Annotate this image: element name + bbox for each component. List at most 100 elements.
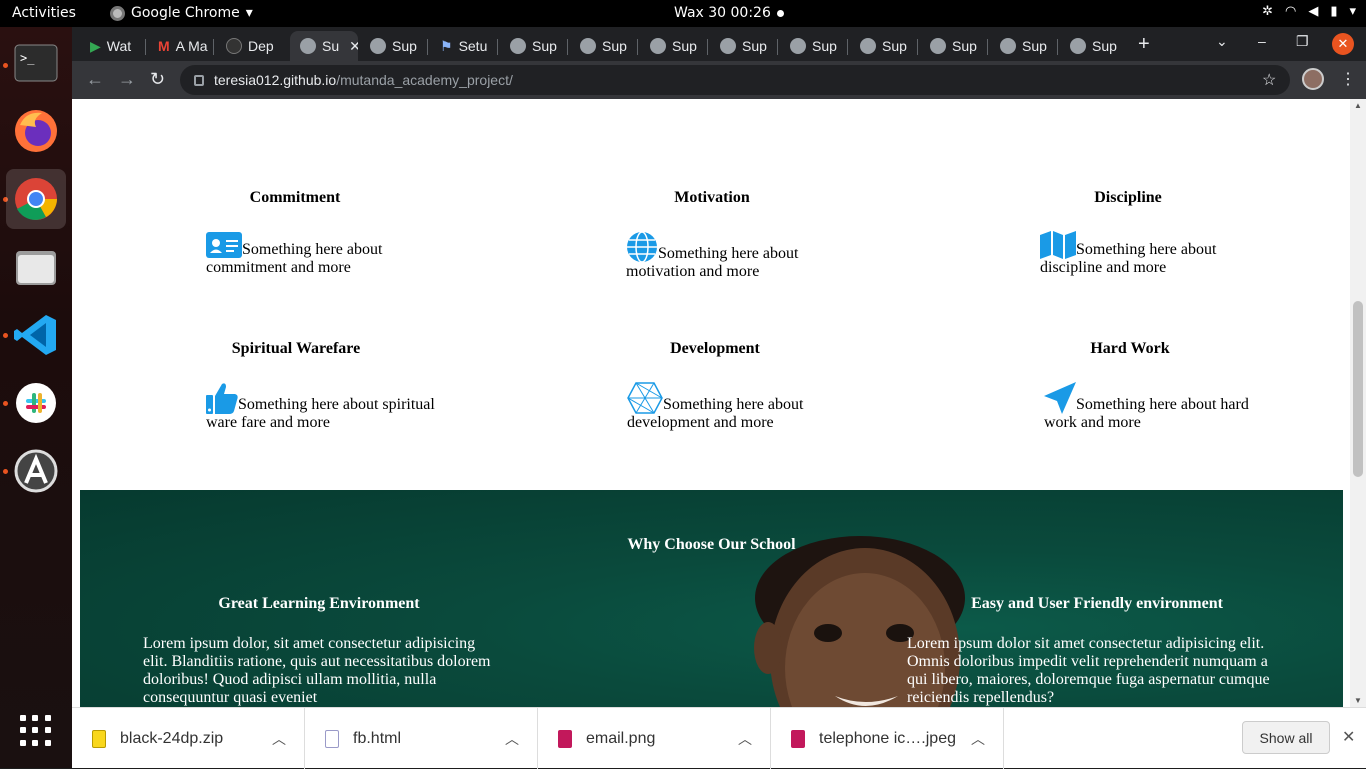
play-icon: ▶ — [90, 37, 101, 54]
clock[interactable]: Wax 30 00:26 — [674, 5, 771, 21]
chevron-up-icon[interactable]: ︿ — [738, 729, 752, 749]
battery-icon[interactable]: ▮ — [1330, 4, 1337, 19]
new-tab-button[interactable]: + — [1138, 33, 1150, 56]
activities-button[interactable]: Activities — [12, 5, 76, 21]
tab-label: Dep — [248, 38, 274, 54]
value-title: Spiritual Warefare — [231, 340, 361, 357]
hexagon-icon — [627, 382, 663, 414]
files-icon[interactable] — [6, 237, 66, 297]
terminal-icon[interactable]: >_ — [6, 33, 66, 93]
tab-strip: ▶ Wat M A Ma Dep Su ✕ Sup ⚑ Setu Sup Sup Sup… — [72, 27, 1366, 61]
chevron-up-icon[interactable]: ︿ — [505, 729, 519, 749]
value-text: Something here about spiritual ware fare… — [206, 396, 435, 431]
url-path: /mutanda_academy_project/ — [336, 72, 513, 88]
feature-title: Great Learning Environment — [218, 595, 420, 612]
scroll-down-icon[interactable]: ▼ — [1354, 696, 1362, 705]
tab[interactable]: Sup — [990, 31, 1058, 61]
globe-favicon-icon — [1070, 38, 1086, 54]
globe-favicon-icon — [510, 38, 526, 54]
map-icon — [1040, 231, 1076, 259]
system-tray[interactable]: ✲ ◠ ◀ ▮ ▾ — [1262, 4, 1356, 19]
tab[interactable]: Sup — [780, 31, 848, 61]
scrollbar-thumb[interactable] — [1353, 301, 1363, 477]
chrome-dock-icon[interactable] — [6, 169, 66, 229]
download-shelf: black-24dp.zip ︿ fb.html ︿ email.png ︿ t… — [72, 707, 1366, 769]
download-item[interactable]: black-24dp.zip ︿ — [72, 708, 305, 769]
scroll-up-icon[interactable]: ▲ — [1354, 101, 1362, 110]
wifi-icon[interactable]: ◠ — [1285, 4, 1296, 19]
id-card-icon — [206, 232, 242, 258]
restore-button[interactable]: ❐ — [1296, 33, 1309, 50]
tab[interactable]: ⚑ Setu — [430, 31, 498, 61]
reload-icon[interactable]: ↻ — [150, 69, 165, 90]
tab-search-icon[interactable]: ⌄ — [1216, 33, 1228, 50]
feature-text: Lorem ipsum dolor sit amet consectetur a… — [907, 635, 1270, 706]
bookmark-star-icon[interactable]: ☆ — [1262, 70, 1276, 90]
app-menu[interactable]: Google Chrome ▾ — [110, 5, 253, 21]
download-filename: black-24dp.zip — [120, 729, 224, 747]
software-updater-icon[interactable] — [6, 441, 66, 501]
tab[interactable]: Sup — [500, 31, 568, 61]
slack-tray-icon[interactable]: ✲ — [1262, 4, 1273, 19]
download-item[interactable]: email.png ︿ — [538, 708, 771, 769]
close-shelf-icon[interactable]: ✕ — [1342, 727, 1355, 747]
download-item[interactable]: telephone ic….jpeg ︿ — [771, 708, 1004, 769]
globe-favicon-icon — [720, 38, 736, 54]
firefox-icon[interactable] — [6, 101, 66, 161]
tab[interactable]: M A Ma — [148, 31, 214, 61]
close-tab-icon[interactable]: ✕ — [349, 38, 358, 55]
globe-favicon-icon — [370, 38, 386, 54]
tab-label: Sup — [742, 38, 767, 54]
tab[interactable]: Sup — [850, 31, 918, 61]
dock: >_ — [0, 27, 72, 768]
tab[interactable]: ▶ Wat — [80, 31, 146, 61]
back-arrow-icon[interactable]: ← — [86, 69, 104, 90]
download-filename: email.png — [586, 729, 656, 747]
tab[interactable]: Sup — [360, 31, 428, 61]
volume-icon[interactable]: ◀ — [1308, 4, 1318, 19]
profile-avatar[interactable] — [1302, 68, 1324, 90]
browser-toolbar: ← → ↻ teresia012.github.io/mutanda_acade… — [72, 61, 1366, 99]
forward-arrow-icon[interactable]: → — [118, 69, 136, 90]
tab[interactable]: Sup — [710, 31, 778, 61]
page-scrollbar[interactable]: ▲ ▼ — [1350, 99, 1366, 707]
address-bar[interactable]: teresia012.github.io/mutanda_academy_pro… — [180, 65, 1290, 95]
tab[interactable]: Sup — [640, 31, 708, 61]
tab[interactable]: Sup — [570, 31, 638, 61]
value-card-commitment: Commitment Something here about commitme… — [206, 189, 446, 277]
tab-label: Su — [322, 38, 340, 54]
tab-label: Setu — [458, 38, 488, 54]
globe-favicon-icon — [580, 38, 596, 54]
tab-active[interactable]: Su ✕ — [290, 31, 358, 61]
globe-favicon-icon — [790, 38, 806, 54]
download-item[interactable]: fb.html ︿ — [305, 708, 538, 769]
why-choose-section: Why Choose Our School Great Learning Env… — [80, 490, 1343, 707]
image-file-icon — [791, 729, 805, 748]
chevron-up-icon[interactable]: ︿ — [971, 729, 985, 749]
gmail-icon: M — [158, 38, 170, 54]
paper-plane-icon — [1044, 382, 1076, 414]
minimize-button[interactable]: – — [1258, 33, 1266, 49]
tab[interactable]: Sup — [1060, 31, 1128, 61]
value-title: Discipline — [1094, 189, 1162, 206]
tab-label: Sup — [1022, 38, 1047, 54]
tab[interactable]: Dep — [216, 31, 288, 61]
tab-label: Sup — [882, 38, 907, 54]
more-menu-icon[interactable]: ⋮ — [1340, 69, 1356, 89]
tab-label: Wat — [106, 38, 132, 54]
close-window-button[interactable]: ✕ — [1332, 33, 1354, 55]
tab[interactable]: Sup — [920, 31, 988, 61]
chevron-up-icon[interactable]: ︿ — [272, 729, 286, 749]
zip-file-icon — [92, 729, 106, 748]
slack-icon[interactable] — [6, 373, 66, 433]
value-title: Development — [670, 340, 760, 357]
chrome-window: ▶ Wat M A Ma Dep Su ✕ Sup ⚑ Setu Sup Sup Sup… — [72, 27, 1366, 769]
show-applications-icon[interactable] — [20, 715, 52, 747]
feature-user-friendly-environment: Easy and User Friendly environment Lorem… — [907, 595, 1287, 707]
show-all-button[interactable]: Show all — [1242, 721, 1330, 754]
vscode-icon[interactable] — [6, 305, 66, 365]
power-menu-icon[interactable]: ▾ — [1349, 4, 1356, 19]
tab-label: Sup — [602, 38, 627, 54]
download-filename: fb.html — [353, 729, 402, 747]
app-menu-label: Google Chrome — [131, 5, 240, 21]
